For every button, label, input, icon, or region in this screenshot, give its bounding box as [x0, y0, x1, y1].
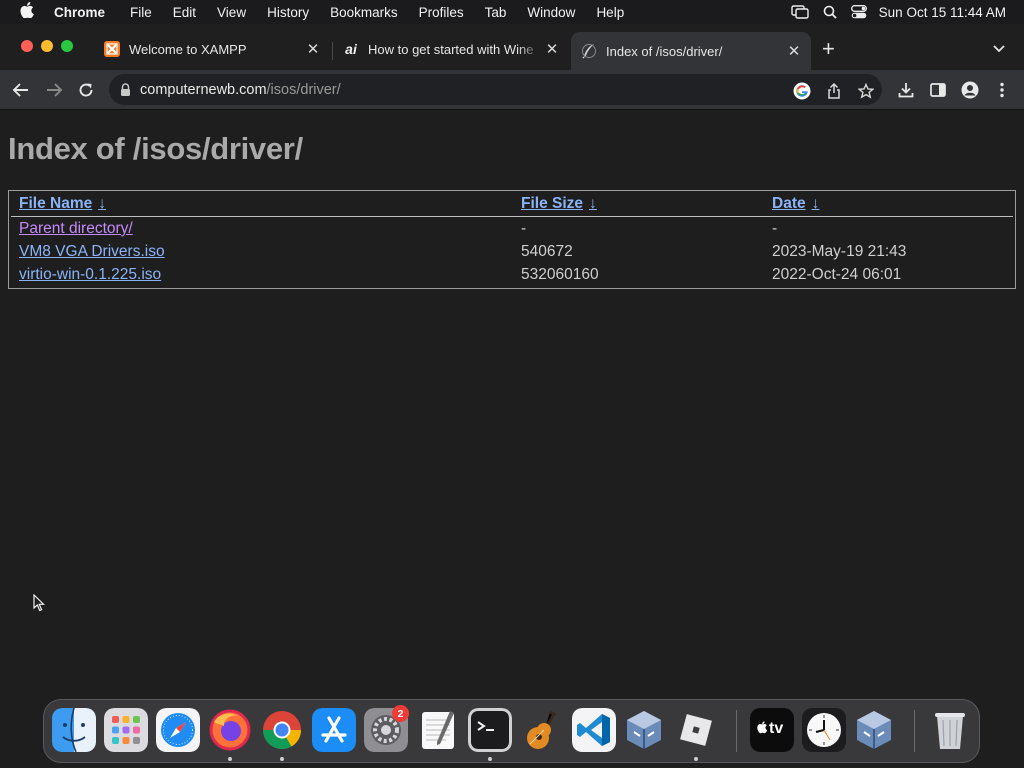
file-date: 2023-May-19 21:43 [772, 243, 907, 260]
vscode-icon[interactable] [572, 708, 616, 752]
file-link-virtio-win[interactable]: virtio-win-0.1.225.iso [19, 266, 161, 284]
finder-icon[interactable] [52, 708, 96, 752]
file-date: 2022-Oct-24 06:01 [772, 266, 902, 283]
close-window-button[interactable] [21, 40, 33, 52]
mouse-pointer-icon [33, 593, 46, 617]
close-tab-icon[interactable]: ✕ [304, 40, 322, 58]
apple-tv-icon[interactable]: tv [750, 708, 794, 752]
sort-arrow-icon: ↓ [589, 195, 597, 212]
menubar-status-area: Sun Oct 15 11:44 AM [777, 0, 1006, 24]
file-size: - [521, 220, 527, 237]
textedit-icon[interactable] [416, 708, 460, 752]
share-icon[interactable] [825, 82, 843, 100]
ai-icon: ai [345, 41, 357, 57]
directory-listing-table: File Name ↓ File Size ↓ Date ↓ Parent direc… [8, 190, 1016, 289]
tab-title: Index of /isos/driver/ [606, 43, 723, 59]
file-link-vm8-vga-drivers[interactable]: VM8 VGA Drivers.iso [19, 243, 165, 261]
tab-search-chevron-down-icon[interactable] [993, 40, 1005, 58]
tab-title: How to get started with Wine [368, 41, 534, 57]
lock-icon[interactable] [120, 83, 131, 96]
clock-icon[interactable] [802, 708, 846, 752]
terminal-icon[interactable] [468, 708, 512, 752]
notification-badge: 2 [392, 705, 409, 722]
url-host: computernewb.com [140, 81, 267, 98]
header-divider [11, 216, 1013, 217]
garageband-icon[interactable] [520, 708, 564, 752]
downloads-icon[interactable] [894, 78, 918, 102]
running-indicator [488, 757, 492, 761]
launchpad-icon[interactable] [104, 708, 148, 752]
zoom-window-button[interactable] [61, 40, 73, 52]
column-header-file-name[interactable]: File Name ↓ [19, 195, 106, 213]
tab-wine-guide[interactable]: ai How to get started with Wine ✕ [333, 32, 569, 66]
file-link-parent-directory[interactable]: Parent directory/ [19, 220, 133, 238]
apache-feather-icon [581, 43, 597, 59]
running-indicator [228, 757, 232, 761]
roblox-icon[interactable] [674, 708, 718, 752]
file-size: 532060160 [521, 266, 599, 283]
chrome-icon[interactable] [260, 708, 304, 752]
running-indicator [280, 757, 284, 761]
menu-window[interactable]: Window [527, 5, 575, 20]
bookmark-star-icon[interactable] [857, 82, 875, 100]
menu-edit[interactable]: Edit [173, 5, 196, 20]
dock-separator [736, 710, 737, 752]
control-center-icon[interactable] [850, 5, 867, 19]
menu-app-name[interactable]: Chrome [54, 5, 105, 20]
menu-tab[interactable]: Tab [485, 5, 507, 20]
column-label: File Size [521, 195, 584, 212]
address-bar[interactable]: computernewb.com/isos/driver/ [109, 74, 882, 105]
close-tab-icon[interactable]: ✕ [543, 40, 561, 58]
virtualbox-second-icon[interactable] [852, 708, 896, 752]
new-tab-plus-icon[interactable]: + [822, 36, 835, 62]
profile-avatar-icon[interactable] [958, 78, 982, 102]
column-header-file-size[interactable]: File Size ↓ [521, 195, 597, 213]
column-header-date[interactable]: Date ↓ [772, 195, 819, 213]
minimize-window-button[interactable] [41, 40, 53, 52]
virtualbox-icon[interactable] [622, 708, 666, 752]
sort-arrow-icon: ↓ [811, 195, 820, 212]
sort-arrow-icon: ↓ [98, 195, 106, 212]
google-lens-icon[interactable] [793, 82, 811, 100]
column-label: File Name [19, 195, 93, 212]
close-tab-icon[interactable]: ✕ [785, 42, 803, 60]
page-title: Index of /isos/driver/ [8, 131, 303, 166]
column-label: Date [772, 195, 806, 212]
macos-menu-bar: Chrome File Edit View History Bookmarks … [0, 0, 1024, 24]
running-indicator [694, 757, 698, 761]
menu-profiles[interactable]: Profiles [419, 5, 464, 20]
page-content: Index of /isos/driver/ File Name ↓ File S… [0, 110, 1024, 696]
apple-menu-icon[interactable] [16, 2, 38, 22]
menubar-clock[interactable]: Sun Oct 15 11:44 AM [879, 5, 1006, 20]
more-menu-icon[interactable] [990, 78, 1014, 102]
trash-icon[interactable] [928, 708, 972, 752]
screen-mirroring-icon[interactable] [790, 5, 809, 19]
firefox-icon[interactable] [208, 708, 252, 752]
file-date: - [772, 220, 778, 237]
browser-tab-strip: Welcome to XAMPP ✕ ai How to get started… [0, 24, 1024, 70]
menu-file[interactable]: File [130, 5, 152, 20]
menu-history[interactable]: History [267, 5, 309, 20]
tab-index-of-isos-driver[interactable]: Index of /isos/driver/ ✕ [571, 32, 811, 70]
url-path: /isos/driver/ [266, 81, 341, 98]
apple-tv-label: tv [769, 720, 784, 737]
menu-view[interactable]: View [217, 5, 246, 20]
menu-bookmarks[interactable]: Bookmarks [330, 5, 398, 20]
app-store-icon[interactable] [312, 708, 356, 752]
browser-toolbar: computernewb.com/isos/driver/ [0, 70, 1024, 110]
safari-icon[interactable] [156, 708, 200, 752]
dock-separator [914, 710, 915, 752]
tab-welcome-to-xampp[interactable]: Welcome to XAMPP ✕ [94, 32, 330, 66]
tab-title: Welcome to XAMPP [129, 41, 247, 57]
side-panel-icon[interactable] [926, 78, 950, 102]
reload-icon[interactable] [74, 78, 98, 102]
menu-help[interactable]: Help [596, 5, 624, 20]
spotlight-search-icon[interactable] [823, 5, 837, 19]
forward-arrow-icon[interactable] [42, 78, 66, 102]
macos-dock: 2 tv [43, 699, 980, 763]
back-arrow-icon[interactable] [9, 78, 33, 102]
xampp-icon [104, 41, 120, 57]
file-size: 540672 [521, 243, 573, 260]
